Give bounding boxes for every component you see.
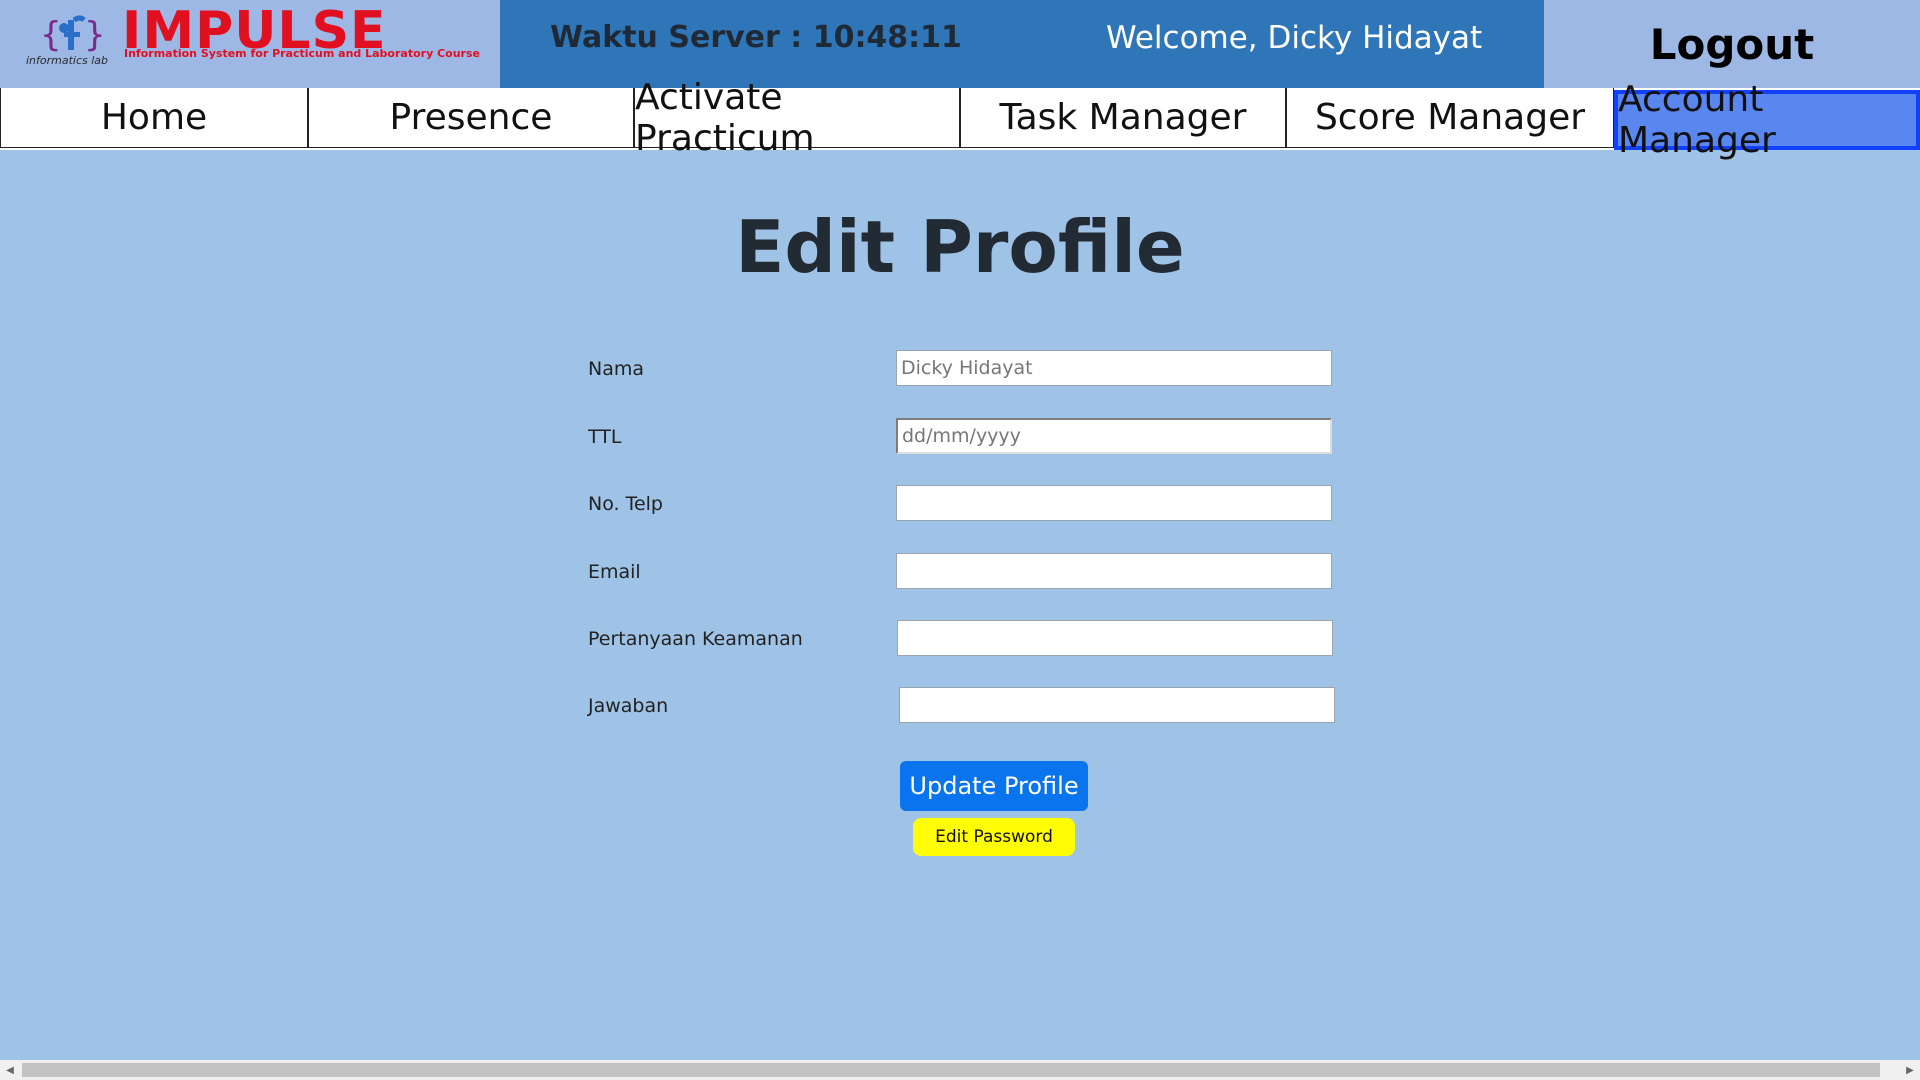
- welcome-message: Welcome, Dicky Hidayat: [1106, 20, 1483, 56]
- ttl-date-input[interactable]: [896, 418, 1332, 454]
- svg-text:}: }: [84, 15, 102, 54]
- pertanyaan-keamanan-label: Pertanyaan Keamanan: [588, 628, 803, 650]
- logout-button[interactable]: Logout: [1544, 0, 1920, 88]
- top-bar: { } informatics lab IMPULSE Information …: [0, 0, 1920, 88]
- nama-label: Nama: [588, 358, 645, 380]
- pertanyaan-keamanan-input[interactable]: [897, 620, 1333, 656]
- informatics-lab-logo-icon: { }: [40, 15, 102, 54]
- logo-subtitle: Information System for Practicum and Lab…: [124, 47, 480, 60]
- nav-item-task-manager[interactable]: Task Manager: [960, 88, 1286, 148]
- jawaban-input[interactable]: [899, 687, 1335, 723]
- nav-item-home[interactable]: Home: [0, 88, 308, 148]
- nav-item-activate-practicum[interactable]: Activate Practicum: [634, 77, 960, 159]
- update-profile-button[interactable]: Update Profile: [900, 761, 1088, 811]
- logo-lab-text: informatics lab: [26, 54, 109, 67]
- server-time: Waktu Server : 10:48:11: [550, 20, 962, 55]
- jawaban-label: Jawaban: [588, 695, 669, 717]
- horizontal-scrollbar[interactable]: ◀ ▶: [0, 1060, 1920, 1080]
- server-info-bar: Waktu Server : 10:48:11 Welcome, Dicky H…: [500, 0, 1544, 88]
- nav-item-presence[interactable]: Presence: [308, 88, 634, 148]
- telp-input[interactable]: [896, 485, 1332, 521]
- scroll-right-arrow-icon[interactable]: ▶: [1900, 1060, 1920, 1080]
- scroll-left-arrow-icon[interactable]: ◀: [0, 1060, 20, 1080]
- edit-password-button[interactable]: Edit Password: [913, 818, 1075, 856]
- page-title: Edit Profile: [735, 205, 1185, 289]
- email-input[interactable]: [896, 553, 1332, 589]
- nav-item-score-manager[interactable]: Score Manager: [1286, 88, 1614, 148]
- telp-label: No. Telp: [588, 493, 663, 515]
- scrollbar-thumb[interactable]: [22, 1063, 1880, 1077]
- svg-text:{: {: [40, 15, 62, 54]
- nav-item-account-manager[interactable]: Account Manager: [1614, 79, 1920, 161]
- logo[interactable]: { } informatics lab IMPULSE Information …: [0, 0, 500, 88]
- ttl-label: TTL: [588, 426, 622, 448]
- email-label: Email: [588, 561, 641, 583]
- main-nav: Home Presence Activate Practicum Task Ma…: [0, 77, 1920, 161]
- nama-input[interactable]: [896, 350, 1332, 386]
- logout-area: Logout: [1544, 0, 1920, 88]
